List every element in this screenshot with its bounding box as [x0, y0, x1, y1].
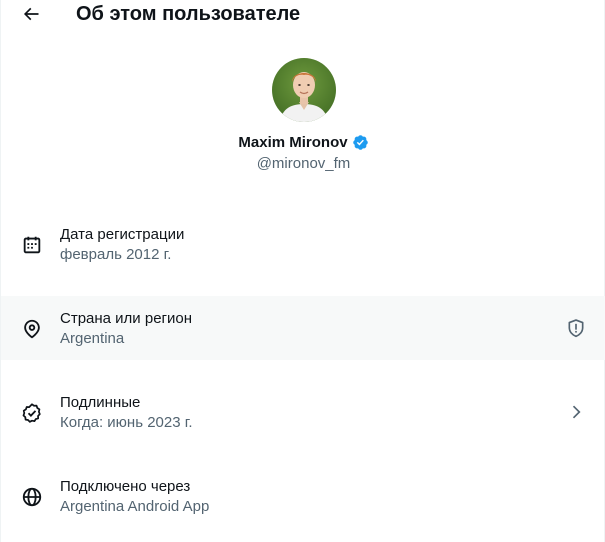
- avatar[interactable]: [271, 58, 336, 122]
- country-text: Страна или регион Argentina: [60, 309, 192, 349]
- join-date-value: февраль 2012 г.: [60, 246, 172, 263]
- info-row-country: Страна или регион Argentina: [1, 296, 605, 360]
- verified-text: Подлинные Когда: июнь 2023 г.: [60, 393, 193, 433]
- arrow-left-icon: [23, 7, 39, 21]
- country-label: Страна или регион: [60, 310, 193, 327]
- join-date-label: Дата регистрации: [60, 226, 185, 243]
- info-row-connected-via: Подключено через Argentina Android App: [1, 464, 605, 528]
- globe-icon: [22, 487, 42, 507]
- chevron-right-icon[interactable]: [566, 402, 586, 422]
- country-value: Argentina: [60, 330, 125, 347]
- info-row-verified[interactable]: Подлинные Когда: июнь 2023 г.: [1, 380, 605, 444]
- avatar-image: [271, 58, 336, 122]
- profile-summary: Maxim Mironov @mironov_fm: [1, 58, 605, 174]
- connected-via-label: Подключено через: [60, 478, 191, 495]
- verified-label: Подлинные: [60, 394, 141, 411]
- back-button[interactable]: [18, 1, 44, 27]
- connected-via-text: Подключено через Argentina Android App: [60, 477, 209, 517]
- verified-badge-icon[interactable]: [352, 134, 369, 151]
- shield-alert-icon[interactable]: [566, 318, 586, 338]
- join-date-text: Дата регистрации февраль 2012 г.: [60, 225, 184, 265]
- verified-check-icon: [22, 403, 41, 423]
- verified-value: Когда: июнь 2023 г.: [60, 414, 193, 431]
- header: Об этом пользователе: [1, 0, 605, 30]
- calendar-icon: [23, 236, 41, 254]
- location-pin-icon: [24, 319, 40, 339]
- about-user-page: Об этом пользователе Maxim Mironov @miro…: [0, 0, 605, 542]
- info-row-join-date: Дата регистрации февраль 2012 г.: [1, 212, 605, 276]
- connected-via-value: Argentina Android App: [60, 498, 210, 515]
- page-title: Об этом пользователе: [76, 3, 301, 25]
- user-handle: @mironov_fm: [256, 155, 351, 172]
- name-row: Maxim Mironov: [1, 132, 605, 152]
- display-name: Maxim Mironov: [238, 133, 348, 151]
